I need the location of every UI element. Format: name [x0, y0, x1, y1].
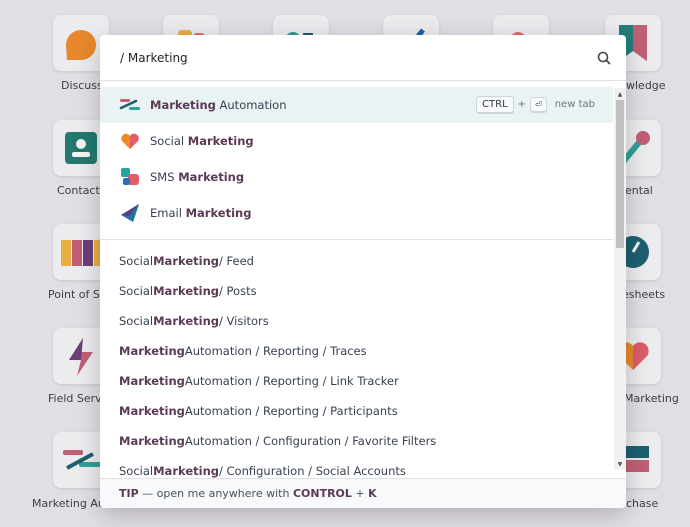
new-tab-label: new tab — [554, 99, 595, 110]
menu-result[interactable]: Marketing Automation / Reporting / Parti… — [100, 396, 613, 426]
scroll-up-arrow-icon[interactable]: ▲ — [614, 88, 626, 100]
result-marketing-automation[interactable]: Marketing Automation CTRL + ⏎ new tab — [100, 87, 613, 123]
new-tab-shortcut-hint: CTRL + ⏎ new tab — [476, 96, 595, 113]
sms-marketing-icon — [119, 166, 141, 188]
ctrl-key: CTRL — [476, 96, 514, 113]
menu-result[interactable]: Marketing Automation / Configuration / F… — [100, 426, 613, 456]
scroll-down-arrow-icon[interactable]: ▼ — [614, 458, 626, 470]
search-icon[interactable] — [596, 50, 612, 66]
social-marketing-icon — [119, 130, 141, 152]
results-scrollbar[interactable]: ▲ ▼ — [614, 88, 626, 470]
tip-key-k: K — [368, 487, 377, 500]
result-label: Marketing Automation — [150, 98, 287, 112]
marketing-automation-icon — [119, 94, 141, 116]
tip-text: — open me anywhere with — [138, 487, 293, 500]
results-list: Marketing Automation CTRL + ⏎ new tab So… — [100, 81, 613, 505]
search-input[interactable] — [120, 50, 588, 65]
tip-plus: + — [351, 487, 369, 500]
command-palette: Marketing Automation CTRL + ⏎ new tab So… — [100, 35, 626, 508]
menu-result[interactable]: Marketing Automation / Reporting / Trace… — [100, 336, 613, 366]
result-social-marketing[interactable]: Social Marketing — [100, 123, 613, 159]
result-label: Social Marketing — [150, 134, 254, 148]
menu-result[interactable]: Social Marketing / Visitors — [100, 306, 613, 336]
results-separator — [100, 239, 613, 240]
result-label: SMS Marketing — [150, 170, 245, 184]
email-marketing-icon — [119, 202, 141, 224]
tip-footer: TIP — open me anywhere with CONTROL + K — [100, 478, 626, 508]
tip-key-control: CONTROL — [292, 487, 352, 500]
result-sms-marketing[interactable]: SMS Marketing — [100, 159, 613, 195]
search-bar — [100, 35, 626, 81]
enter-key: ⏎ — [530, 97, 547, 112]
result-label: Email Marketing — [150, 206, 252, 220]
plus-sign: + — [517, 99, 527, 110]
tip-label: TIP — [119, 487, 139, 500]
menu-result[interactable]: Social Marketing / Feed — [100, 246, 613, 276]
result-email-marketing[interactable]: Email Marketing — [100, 195, 613, 231]
scroll-thumb[interactable] — [616, 100, 624, 248]
menu-result[interactable]: Social Marketing / Posts — [100, 276, 613, 306]
menu-result[interactable]: Marketing Automation / Reporting / Link … — [100, 366, 613, 396]
